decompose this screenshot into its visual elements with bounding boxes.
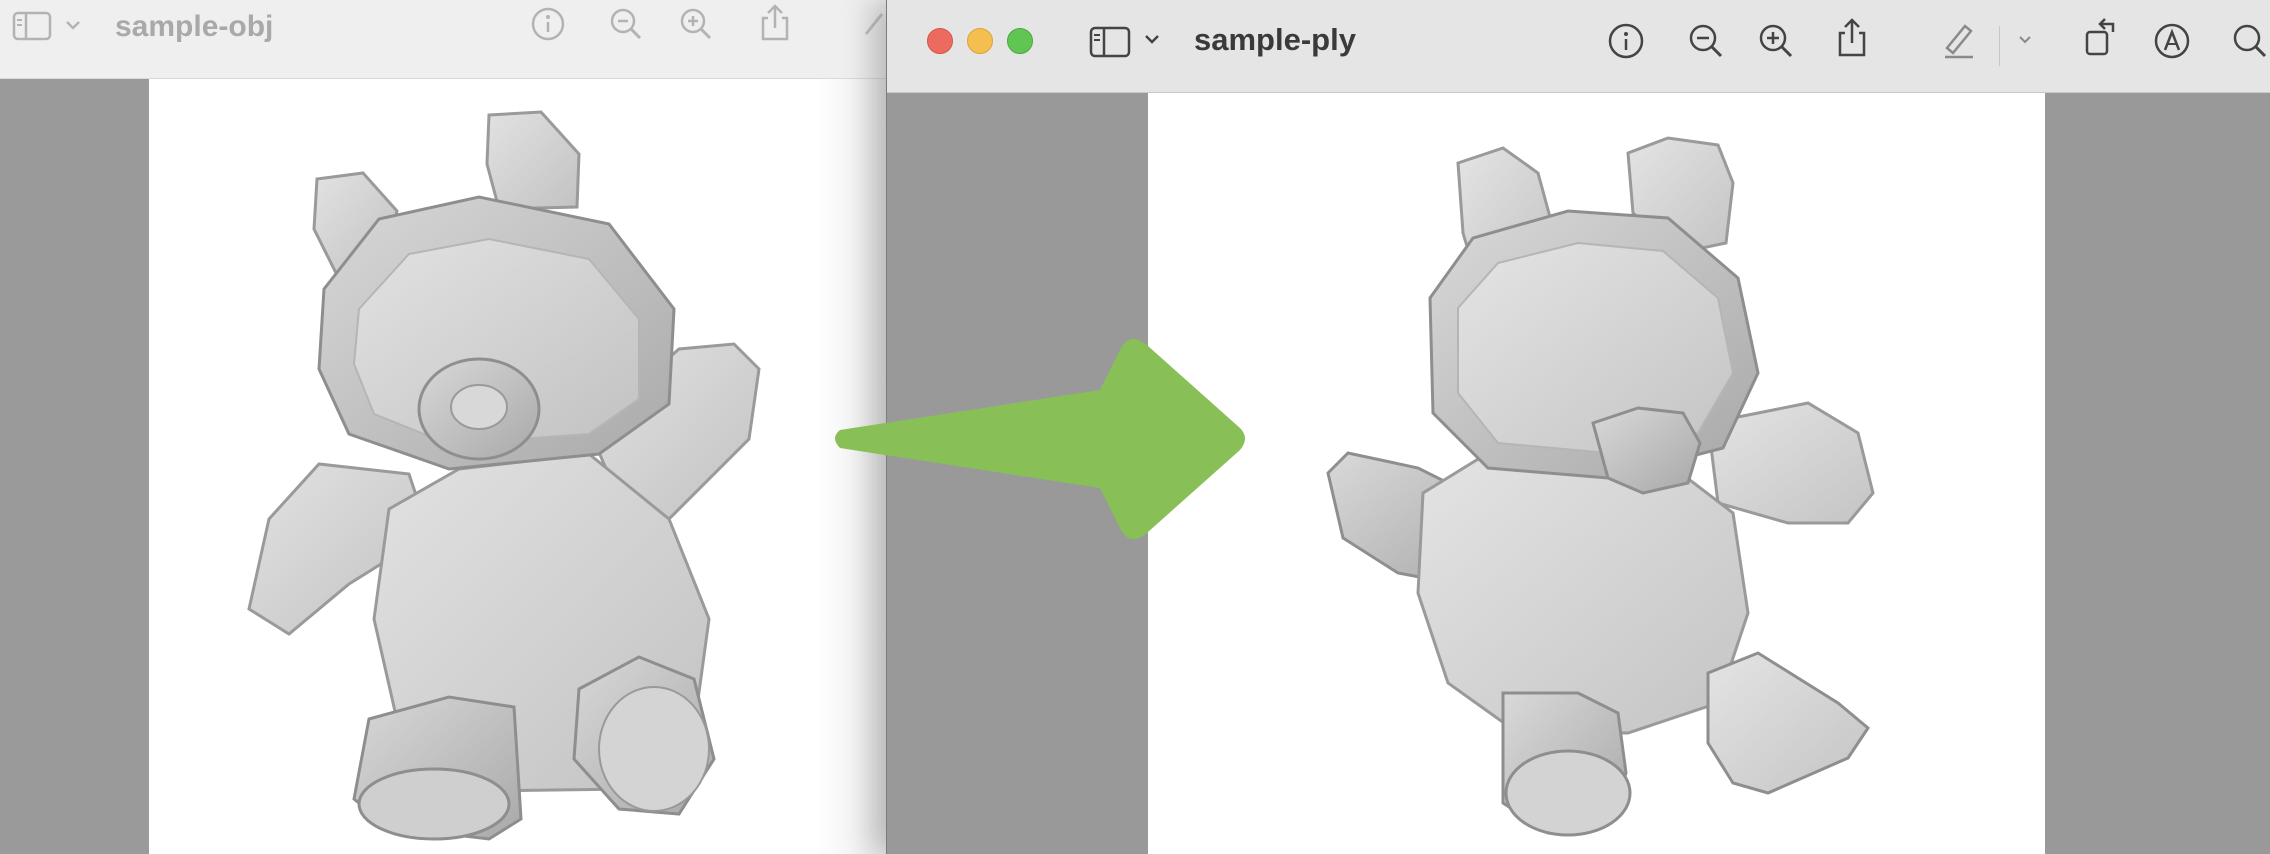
teddy-bear-model	[247, 110, 761, 841]
share-icon[interactable]	[758, 2, 792, 42]
search-icon[interactable]	[2231, 22, 2269, 60]
sidebar-icon[interactable]	[12, 10, 52, 42]
highlighter-icon[interactable]	[860, 8, 886, 40]
back-window-toolbar: sample-obj	[0, 0, 886, 79]
zoom-out-icon[interactable]	[1687, 22, 1725, 60]
close-button[interactable]	[927, 28, 953, 54]
zoom-in-icon[interactable]	[1757, 22, 1795, 60]
toolbar-separator	[1999, 26, 2000, 66]
zoom-out-icon[interactable]	[608, 6, 644, 42]
sidebar-icon[interactable]	[1089, 24, 1131, 60]
teddy-bear-model	[1326, 136, 1875, 837]
markup-icon[interactable]	[2153, 22, 2191, 60]
back-window[interactable]: sample-obj	[0, 0, 886, 854]
highlighter-icon[interactable]	[1939, 20, 1977, 60]
minimize-button[interactable]	[967, 28, 993, 54]
arrow-annotation	[835, 338, 1245, 540]
chevron-down-icon[interactable]	[1143, 32, 1161, 46]
document-page	[149, 79, 886, 854]
window-title: sample-obj	[115, 10, 274, 43]
chevron-down-icon[interactable]	[64, 18, 82, 32]
chevron-down-icon[interactable]	[2017, 34, 2033, 46]
info-icon[interactable]	[530, 6, 566, 42]
document-page	[1148, 93, 2045, 854]
share-icon[interactable]	[1835, 16, 1869, 58]
info-icon[interactable]	[1607, 22, 1645, 60]
window-title: sample-ply	[1194, 22, 1356, 57]
front-window-toolbar: sample-ply	[887, 0, 2270, 93]
maximize-button[interactable]	[1007, 28, 1033, 54]
rotate-icon[interactable]	[2083, 16, 2123, 58]
zoom-in-icon[interactable]	[678, 6, 714, 42]
